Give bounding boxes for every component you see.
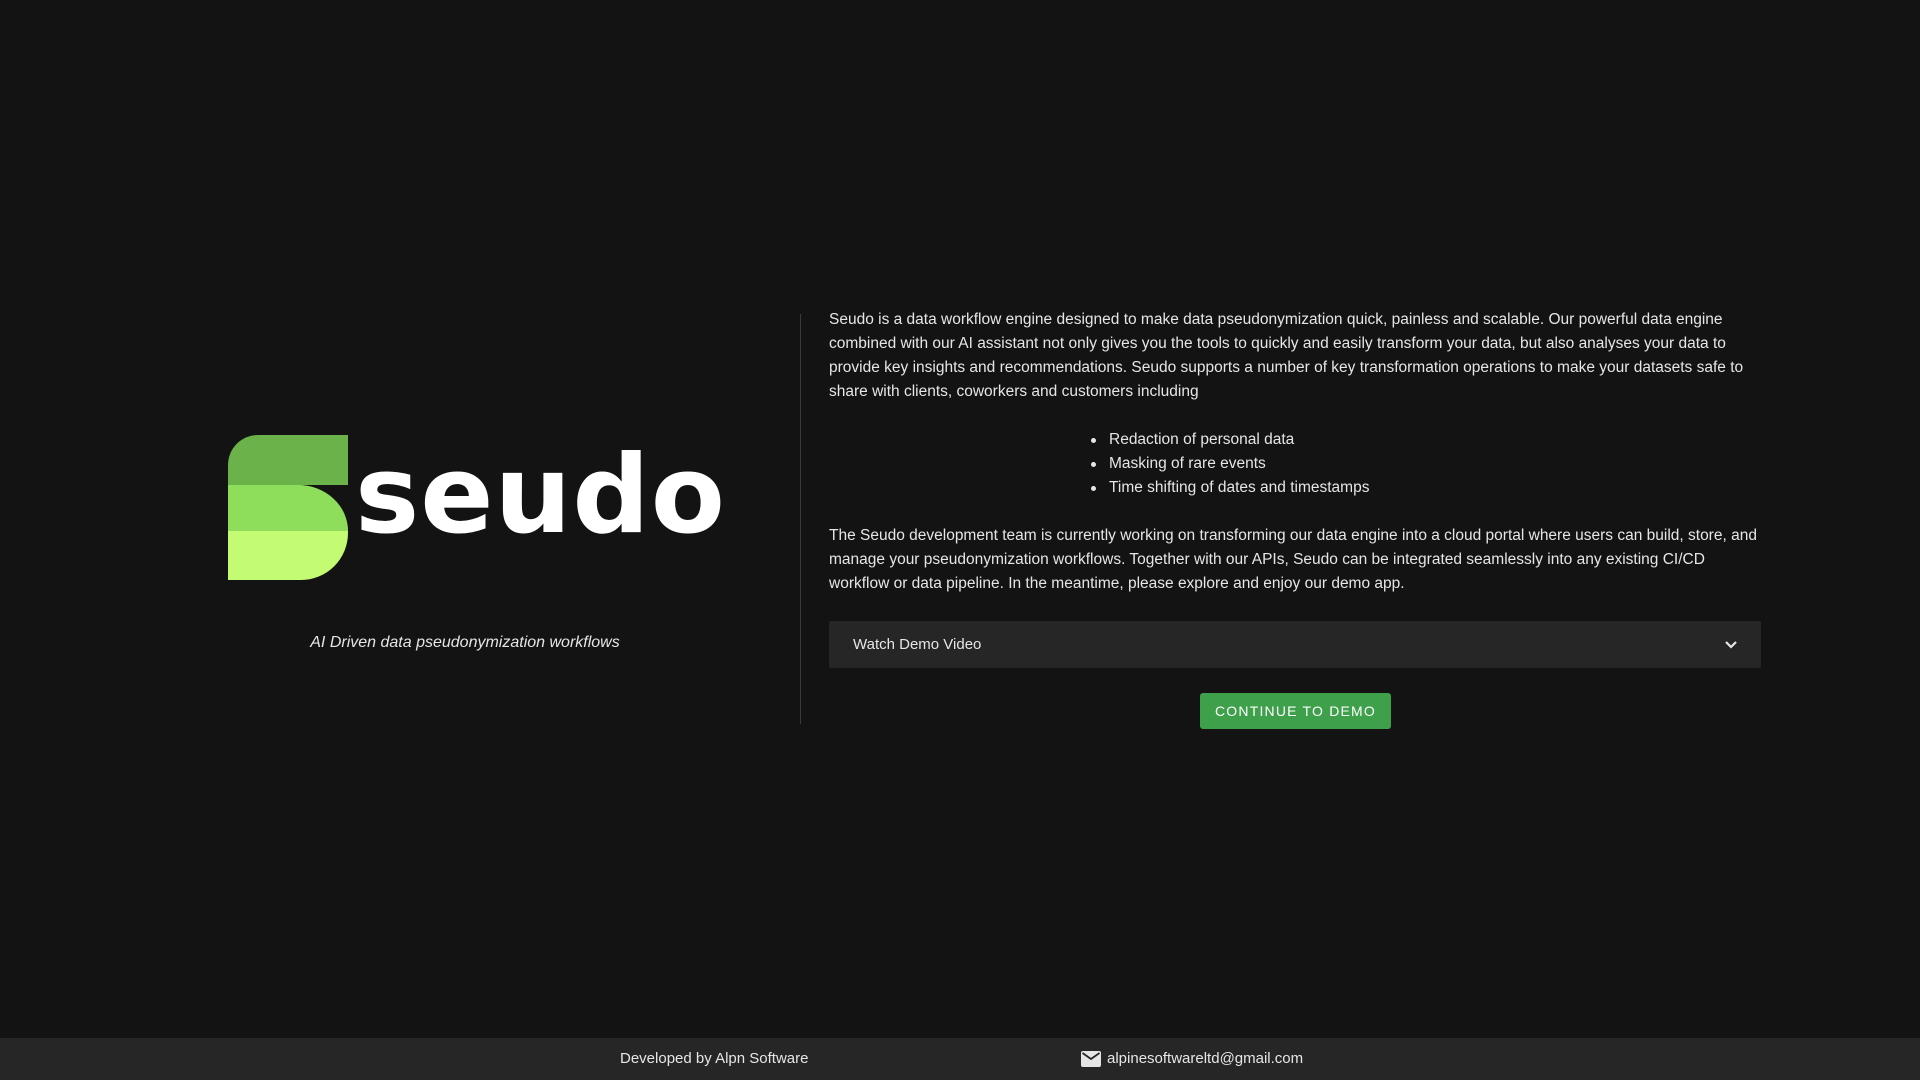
brand-wordmark: seudo (355, 433, 726, 558)
footer-contact: alpinesoftwareltd@gmail.com (1081, 1050, 1303, 1067)
footer-credit: Developed by Alpn Software (620, 1050, 809, 1067)
intro-content: Seudo is a data workflow engine designed… (829, 308, 1761, 596)
feature-label: Redaction of personal data (1109, 431, 1295, 448)
feature-label: Masking of rare events (1109, 455, 1266, 472)
brand-tagline: AI Driven data pseudonymization workflow… (310, 634, 620, 651)
demo-video-accordion[interactable]: Watch Demo Video (829, 621, 1761, 668)
bullet-icon (1091, 486, 1096, 491)
bullet-icon (1091, 462, 1096, 467)
intro-paragraph: Seudo is a data workflow engine designed… (829, 311, 1744, 400)
footer: Developed by Alpn Software alpinesoftwar… (0, 1038, 1920, 1080)
demo-video-label: Watch Demo Video (853, 636, 982, 653)
mail-icon (1081, 1050, 1101, 1067)
footer-email-link[interactable]: alpinesoftwareltd@gmail.com (1107, 1050, 1303, 1067)
landing-page: seudo AI Driven data pseudonymization wo… (0, 0, 1920, 1080)
feature-item: Redaction of personal data (1089, 428, 1920, 452)
continue-to-demo-button[interactable]: CONTINUE TO DEMO (1200, 693, 1391, 729)
bullet-icon (1091, 438, 1096, 443)
feature-item: Time shifting of dates and timestamps (1089, 476, 1920, 500)
feature-list: Redaction of personal data Masking of ra… (1089, 428, 1920, 500)
feature-item: Masking of rare events (1089, 452, 1920, 476)
brand-logo: seudo (220, 430, 725, 590)
feature-label: Time shifting of dates and timestamps (1109, 479, 1370, 496)
chevron-down-icon[interactable] (1725, 639, 1737, 651)
seudo-leaf-logo-icon (228, 435, 348, 580)
roadmap-paragraph: The Seudo development team is currently … (829, 527, 1757, 592)
vertical-divider (800, 314, 801, 724)
